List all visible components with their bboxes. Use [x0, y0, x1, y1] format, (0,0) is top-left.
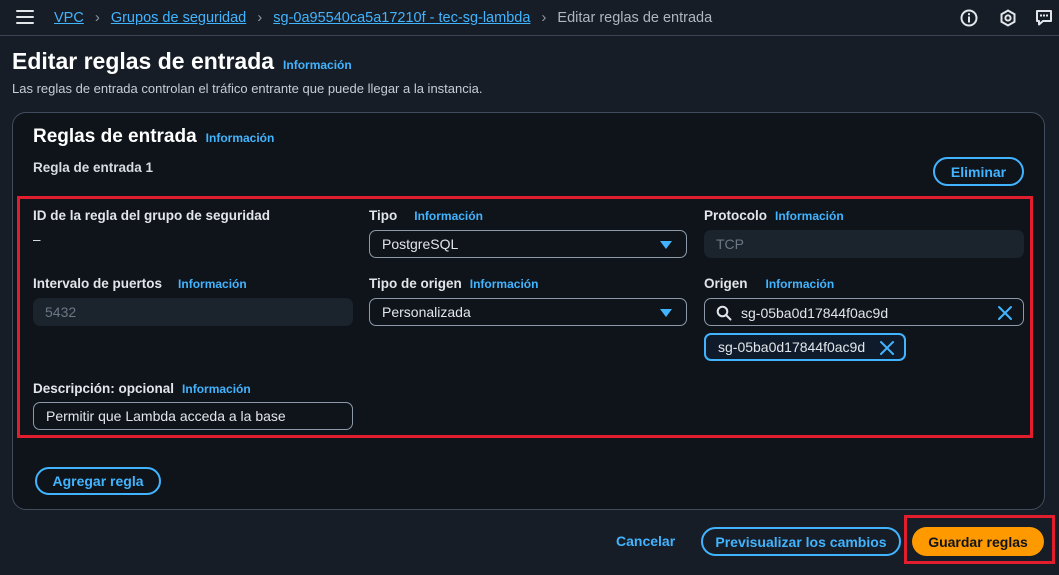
page-info-link[interactable]: Información: [283, 58, 352, 72]
add-rule-button[interactable]: Agregar regla: [35, 467, 161, 495]
chevron-right-icon: ›: [257, 9, 263, 26]
chevron-right-icon: ›: [541, 9, 547, 26]
breadcrumb: VPC › Grupos de seguridad › sg-0a95540ca…: [54, 9, 712, 26]
breadcrumb-current: Editar reglas de entrada: [557, 9, 713, 26]
save-highlight-annotation: [904, 515, 1055, 564]
top-navigation-bar: VPC › Grupos de seguridad › sg-0a95540ca…: [0, 0, 1059, 36]
hexagon-settings-icon[interactable]: [998, 8, 1018, 28]
delete-rule-button[interactable]: Eliminar: [933, 157, 1024, 186]
rule-highlight-annotation: [17, 196, 1033, 438]
chevron-right-icon: ›: [94, 9, 100, 26]
info-icon[interactable]: [959, 8, 979, 28]
page-title: Editar reglas de entrada: [12, 48, 275, 74]
section-header: Reglas de entrada Información: [33, 126, 274, 148]
page-description: Las reglas de entrada controlan el tráfi…: [12, 81, 483, 96]
preview-changes-button[interactable]: Previsualizar los cambios: [701, 527, 901, 556]
section-info-link[interactable]: Información: [206, 131, 275, 145]
rule-label: Regla de entrada 1: [33, 160, 154, 175]
section-title: Reglas de entrada: [33, 126, 197, 147]
menu-icon[interactable]: [16, 10, 34, 26]
breadcrumb-vpc[interactable]: VPC: [54, 10, 84, 26]
cancel-button[interactable]: Cancelar: [616, 533, 675, 549]
feedback-icon[interactable]: [1034, 8, 1054, 28]
breadcrumb-security-group[interactable]: sg-0a95540ca5a17210f - tec-sg-lambda: [273, 10, 530, 26]
breadcrumb-security-groups[interactable]: Grupos de seguridad: [111, 10, 246, 26]
page-header: Editar reglas de entrada Información: [12, 48, 352, 75]
